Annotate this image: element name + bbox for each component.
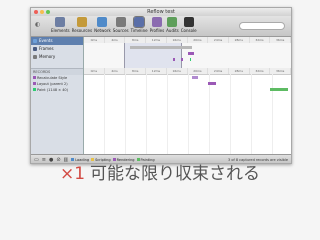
search-input[interactable] bbox=[239, 22, 285, 30]
overview-bar bbox=[173, 58, 176, 61]
tab-label: Elements bbox=[51, 28, 70, 33]
elements-icon bbox=[55, 17, 66, 27]
category-label: Frames bbox=[39, 46, 54, 51]
tab-label: Sources bbox=[112, 28, 129, 33]
tab-label: Resources bbox=[71, 28, 93, 33]
overview-bar bbox=[187, 52, 194, 55]
caption-text: 可能な限り収束される bbox=[90, 164, 261, 184]
memory-icon bbox=[33, 55, 37, 59]
network-icon bbox=[97, 17, 108, 27]
record-color-icon bbox=[33, 82, 36, 85]
record-row[interactable]: Paint (1148 × 40) bbox=[31, 87, 83, 93]
records-grid bbox=[84, 74, 291, 154]
tab-label: Network bbox=[94, 28, 111, 33]
tab-resources[interactable]: Resources bbox=[72, 17, 92, 33]
tab-timeline[interactable]: Timeline bbox=[130, 16, 148, 33]
record-bar[interactable] bbox=[191, 76, 198, 79]
timeline-icon bbox=[133, 16, 146, 28]
tab-console[interactable]: Console bbox=[181, 17, 197, 33]
record-bar[interactable] bbox=[208, 82, 217, 85]
tab-elements[interactable]: Elements bbox=[51, 17, 70, 33]
tab-label: Profiles bbox=[149, 28, 165, 33]
inspector-window: Reflow test ◐ Elements Resources Network So… bbox=[30, 7, 292, 164]
category-memory[interactable]: Memory bbox=[31, 53, 83, 61]
record-color-icon bbox=[33, 88, 36, 91]
tab-label: Console bbox=[180, 28, 197, 33]
caption-multiplier: ×1 bbox=[59, 164, 86, 184]
tab-label: Timeline bbox=[130, 28, 148, 33]
tab-profiles[interactable]: Profiles bbox=[149, 17, 165, 33]
records-header: RECORDS bbox=[31, 68, 83, 75]
tab-network[interactable]: Network bbox=[94, 17, 111, 33]
events-icon bbox=[33, 39, 37, 43]
category-list: Events Frames Memory bbox=[31, 37, 83, 61]
timeline-sidebar: Events Frames Memory RECORDS Recalculate S… bbox=[31, 37, 84, 154]
record-label: Recalculate Style bbox=[37, 76, 68, 80]
timeline-overview[interactable] bbox=[84, 43, 291, 69]
toolbar: ◐ Elements Resources Network Sources Timelin… bbox=[31, 16, 291, 37]
overview-bar bbox=[181, 58, 184, 61]
dock-icon[interactable]: ◐ bbox=[35, 21, 40, 28]
frames-icon bbox=[33, 47, 37, 51]
resources-icon bbox=[76, 17, 87, 27]
category-frames[interactable]: Frames bbox=[31, 45, 83, 53]
records-list: Recalculate Style Layout (parent 2) Paint … bbox=[31, 75, 83, 93]
timeline-main: 0ms 4ms 8ms 12ms 16ms 20ms 24ms 28ms 32ms 36ms 0m… bbox=[84, 37, 291, 154]
tab-sources[interactable]: Sources bbox=[113, 17, 129, 33]
audits-icon bbox=[167, 17, 178, 27]
category-label: Events bbox=[39, 38, 53, 43]
panel-tabs: Elements Resources Network Sources Timeline P… bbox=[51, 16, 199, 33]
overview-bar bbox=[189, 58, 191, 61]
record-label: Paint (1148 × 40) bbox=[37, 88, 69, 92]
profiles-icon bbox=[151, 17, 162, 27]
sources-icon bbox=[115, 17, 126, 27]
record-label: Layout (parent 2) bbox=[37, 82, 68, 86]
category-events[interactable]: Events bbox=[31, 37, 83, 45]
overview-bar bbox=[129, 46, 192, 49]
console-icon bbox=[183, 17, 194, 27]
tab-label: Audits bbox=[166, 28, 179, 33]
slide-caption: ×1 可能な限り収束される bbox=[0, 160, 320, 188]
tab-audits[interactable]: Audits bbox=[166, 17, 179, 33]
window-title: Reflow test bbox=[147, 9, 175, 15]
record-bar[interactable] bbox=[270, 88, 288, 91]
title-bar: Reflow test bbox=[31, 8, 291, 16]
record-color-icon bbox=[33, 76, 36, 79]
category-label: Memory bbox=[39, 54, 56, 59]
